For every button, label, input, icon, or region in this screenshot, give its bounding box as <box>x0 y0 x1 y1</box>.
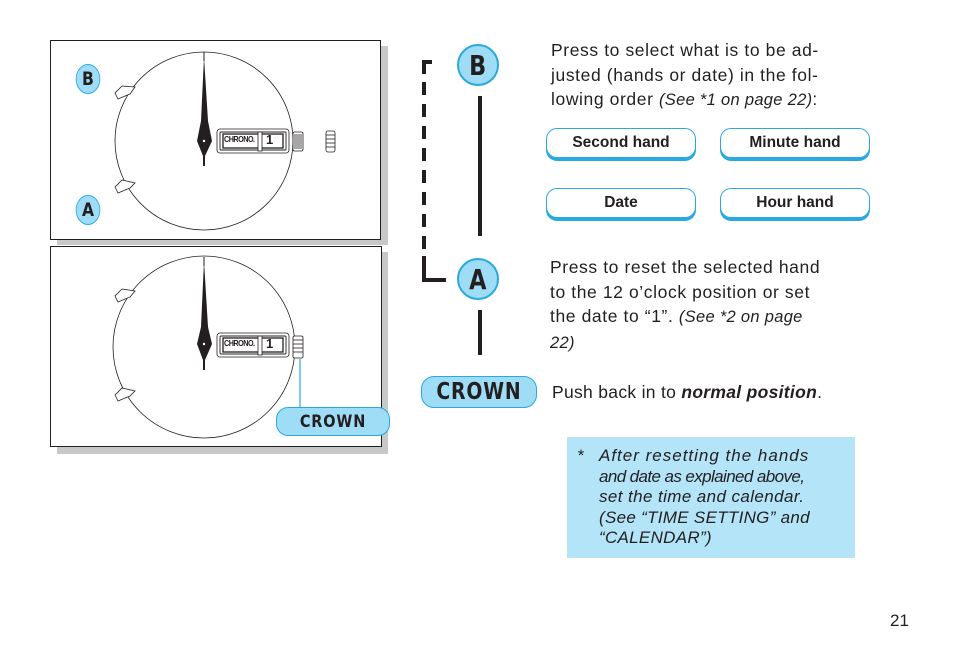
date-value: 1 <box>266 336 274 351</box>
watch-diagram-top <box>114 51 336 231</box>
page-number: 21 <box>890 611 909 630</box>
order-item-minute-hand: Minute hand <box>720 128 870 158</box>
order-item-date: Date <box>546 188 696 218</box>
pusher-b-icon <box>114 288 136 303</box>
chrono-label: CHRONO. <box>224 134 255 144</box>
figure-top-panel: CHRONO. 1 B A <box>50 40 381 240</box>
button-a-badge: A <box>75 195 101 225</box>
crown-inner-icon <box>292 131 304 152</box>
button-b-badge: B <box>75 64 101 94</box>
flow-b-badge: B <box>457 44 499 86</box>
crown-callout-badge: CROWN <box>276 407 390 436</box>
flow-connector <box>422 60 482 355</box>
chrono-label: CHRONO. <box>224 338 255 348</box>
note-text: After resetting the hands and date as ex… <box>599 446 810 547</box>
dashed-loop-line <box>422 60 446 282</box>
pusher-b-icon <box>114 85 136 100</box>
page-reference: (See *1 on page 22) <box>659 91 813 109</box>
pusher-a-icon <box>114 179 136 194</box>
crown-icon <box>292 335 304 359</box>
pusher-a-icon <box>114 387 136 402</box>
step-crown-text: Push back in to normal position. <box>552 382 823 402</box>
order-item-hour-hand: Hour hand <box>720 188 870 218</box>
a-to-crown-line <box>478 310 482 355</box>
crown-pulled-out-icon <box>325 130 336 153</box>
date-value: 1 <box>266 132 274 147</box>
b-to-a-line <box>478 96 482 236</box>
step-a-text: Press to reset the selected hand to the … <box>550 257 821 352</box>
note-box: * After resetting the hands and date as … <box>567 437 855 558</box>
page-reference: (See *2 on page <box>678 308 803 326</box>
flow-a-badge: A <box>457 258 499 300</box>
footnote-star: * <box>577 446 584 465</box>
watch-hand <box>197 57 212 166</box>
emphasis-text: normal position <box>681 382 818 402</box>
order-item-second-hand: Second hand <box>546 128 696 158</box>
step-b-text: Press to select what is to be ad- justed… <box>551 40 819 109</box>
flow-crown-badge: CROWN <box>421 376 537 408</box>
watch-hand <box>197 261 212 370</box>
